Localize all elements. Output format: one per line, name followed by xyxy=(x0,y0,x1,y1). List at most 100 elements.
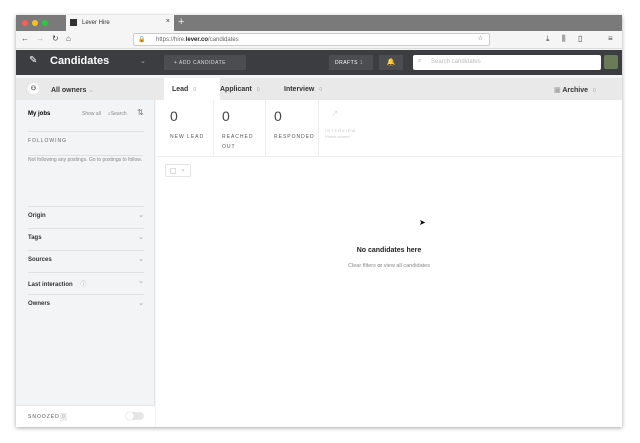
following-heading: FOLLOWING xyxy=(28,131,144,144)
search-placeholder: Search candidates xyxy=(431,59,481,65)
filter-tags[interactable]: Tags ⌄ xyxy=(28,228,144,241)
filter-label: Sources xyxy=(28,257,52,263)
user-avatar[interactable] xyxy=(604,55,618,69)
add-candidate-button[interactable]: + ADD CANDIDATE xyxy=(164,55,246,70)
empty-state-title: No candidates here xyxy=(356,247,422,254)
filter-last-interaction[interactable]: Last interaction ⓘ ⌄ xyxy=(28,272,144,288)
tab-label: Applicant xyxy=(220,86,252,93)
stage-label: REACHED OUT xyxy=(222,134,254,150)
drafts-label: DRAFTS xyxy=(335,60,358,66)
browser-window: Lever Hire × + ← → ↻ ⌂ 🔒 https://hire.leve… xyxy=(16,15,622,427)
following-tail: to follow. xyxy=(122,157,142,163)
reload-icon[interactable]: ↻ xyxy=(52,34,59,43)
or-text: or xyxy=(377,263,383,269)
forward-icon[interactable]: → xyxy=(36,34,44,43)
lever-favicon-icon xyxy=(70,19,77,26)
stage-count: 0 xyxy=(170,108,178,124)
go-to-postings-link[interactable]: Go to postings xyxy=(89,157,121,163)
empty-state-actions: Clear filters or view all candidates xyxy=(156,263,622,269)
my-jobs-heading: My jobs xyxy=(28,111,51,117)
stage-sublabel: Phone screen xyxy=(325,134,350,139)
owners-dropdown[interactable]: All owners ⌄ xyxy=(51,86,94,94)
stage-interview[interactable]: ↗ INTERVIEW Phone screen xyxy=(319,100,379,156)
tab-label: Interview xyxy=(284,86,315,93)
close-window-button[interactable] xyxy=(22,20,28,26)
url-prefix: https://hire. xyxy=(156,37,186,43)
snoozed-toggle[interactable] xyxy=(126,412,144,420)
tab-label: Lead xyxy=(172,86,189,93)
stage-reached-out[interactable]: 0 REACHED OUT xyxy=(214,100,266,156)
tab-count: 0 xyxy=(593,88,596,94)
library-icon[interactable]: ⫼ xyxy=(562,34,566,44)
new-tab-button[interactable]: + xyxy=(178,16,184,28)
sort-icon[interactable]: ⇅ xyxy=(137,108,144,117)
browser-tab[interactable]: Lever Hire × xyxy=(66,15,174,31)
owners-label: All owners xyxy=(51,87,87,94)
menu-icon[interactable]: ≡ xyxy=(608,34,613,43)
download-icon[interactable]: ⤓ xyxy=(546,34,550,44)
app-header: ✎ Candidates ⌄ + ADD CANDIDATE DRAFTS 1 … xyxy=(16,50,622,75)
owners-icon: ⚇ xyxy=(28,83,39,94)
maximize-window-button[interactable] xyxy=(42,20,48,26)
filter-origin[interactable]: Origin ⌄ xyxy=(28,206,144,219)
tab-interview[interactable]: Interview 0 xyxy=(284,78,322,100)
chevron-down-icon[interactable]: ⌄ xyxy=(140,57,146,65)
url-bar[interactable]: 🔒 https://hire.lever.co/candidates ☆ xyxy=(133,33,490,46)
tab-count: 0 xyxy=(256,87,260,93)
drafts-button[interactable]: DRAFTS 1 xyxy=(329,55,373,70)
tab-title: Lever Hire xyxy=(82,20,110,26)
minimize-window-button[interactable] xyxy=(32,20,38,26)
show-all-link[interactable]: Show all xyxy=(82,111,101,117)
snoozed-count: 0 xyxy=(60,413,67,421)
view-all-candidates-link[interactable]: view all candidates xyxy=(384,263,430,269)
stage-label: NEW LEAD xyxy=(170,134,205,140)
search-input[interactable]: ⌕ Search candidates xyxy=(413,55,601,70)
filter-sources[interactable]: Sources ⌄ xyxy=(28,250,144,263)
snoozed-label: SNOOZED xyxy=(28,414,60,420)
filter-label: Origin xyxy=(28,213,46,219)
sidebar-icon[interactable]: ▯ xyxy=(578,34,582,43)
bookmark-star-icon[interactable]: ☆ xyxy=(478,35,483,42)
chevron-down-icon: ⌄ xyxy=(138,278,144,285)
stage-count: 0 xyxy=(274,108,282,124)
url-domain: lever.co xyxy=(185,37,209,43)
back-icon[interactable]: ← xyxy=(21,34,29,43)
stage-new-lead[interactable]: 0 NEW LEAD xyxy=(156,100,214,156)
url-path: /candidates xyxy=(208,37,239,43)
tab-archive[interactable]: ▣ Archive 0 xyxy=(554,78,596,100)
stage-label: RESPONDED xyxy=(274,134,315,140)
lock-icon: 🔒 xyxy=(138,37,146,43)
pencil-icon: ✎ xyxy=(29,55,38,66)
browser-tab-bar: Lever Hire × + xyxy=(16,15,622,31)
main-content: 0 NEW LEAD 0 REACHED OUT 0 RESPONDED ↗ INTER… xyxy=(156,100,622,427)
stage-responded[interactable]: 0 RESPONDED xyxy=(266,100,319,156)
clear-filters-link[interactable]: Clear filters xyxy=(348,263,376,269)
tab-applicant[interactable]: Applicant 0 xyxy=(220,78,260,100)
following-text: Not following any postings. Go to postin… xyxy=(28,155,143,164)
filter-owners[interactable]: Owners ⌄ xyxy=(28,294,144,307)
tab-label: Archive xyxy=(562,87,588,94)
drafts-count: 1 xyxy=(359,60,364,66)
tab-count: 0 xyxy=(193,87,197,93)
chevron-down-icon: ⌄ xyxy=(138,256,144,263)
tab-lead[interactable]: Lead 0 xyxy=(164,78,220,100)
search-jobs-link[interactable]: ⌕Search xyxy=(108,111,127,117)
sidebar: My jobs Show all ⌕Search ⇅ FOLLOWING Not… xyxy=(16,100,155,427)
mouse-cursor-icon: ➤ xyxy=(419,218,426,227)
chevron-down-icon: ⌄ xyxy=(138,300,144,307)
home-icon[interactable]: ⌂ xyxy=(66,34,71,43)
search-label: Search xyxy=(110,111,127,117)
arrow-up-right-icon: ↗ xyxy=(331,108,339,118)
filter-label: Last interaction xyxy=(28,282,73,288)
stage-count: 0 xyxy=(222,108,230,124)
page-title: Candidates xyxy=(50,55,110,67)
select-all-checkbox[interactable]: ⌄ xyxy=(165,164,191,177)
chevron-down-icon: ⌄ xyxy=(138,212,144,219)
tab-count: 0 xyxy=(319,87,323,93)
info-icon[interactable]: ⓘ xyxy=(80,282,86,288)
browser-nav-bar: ← → ↻ ⌂ 🔒 https://hire.lever.co/candidate… xyxy=(16,31,622,49)
notifications-bell-icon[interactable]: 🔔 xyxy=(379,55,403,70)
filter-label: Owners xyxy=(28,301,51,307)
close-tab-icon[interactable]: × xyxy=(166,18,170,25)
filter-label: Tags xyxy=(28,235,42,241)
